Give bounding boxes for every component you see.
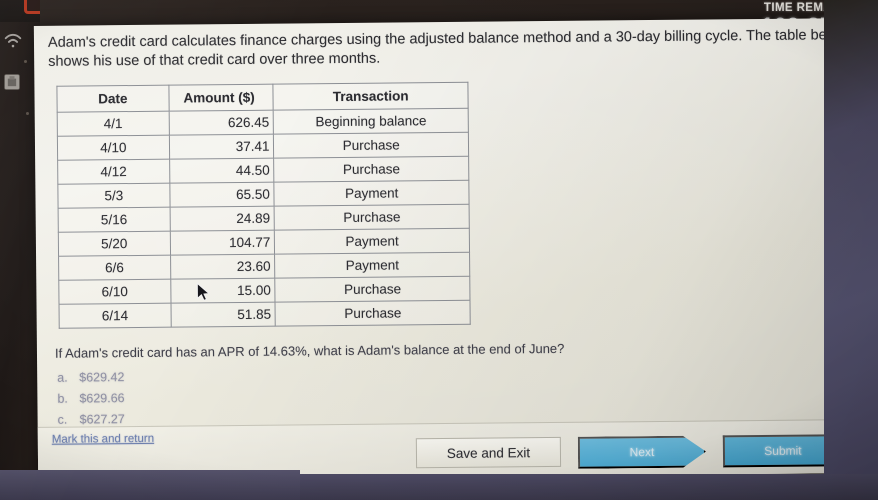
cell-transaction: Payment — [274, 228, 470, 255]
cell-transaction: Purchase — [274, 156, 469, 183]
cell-amount: 51.85 — [170, 302, 276, 328]
right-desk-band — [824, 0, 878, 500]
cell-date: 5/16 — [58, 207, 170, 233]
mark-this-and-return-link[interactable]: Mark this and return — [52, 433, 154, 446]
cell-date: 6/10 — [58, 279, 171, 305]
cell-transaction: Purchase — [273, 132, 469, 159]
cell-transaction: Payment — [274, 180, 470, 207]
bottom-desk-band-left — [0, 470, 300, 500]
cell-transaction: Payment — [274, 252, 470, 279]
cell-date: 4/1 — [57, 111, 170, 137]
wifi-icon — [2, 30, 24, 57]
question-prompt: Adam's credit card calculates finance ch… — [47, 27, 849, 70]
cell-amount: 44.50 — [169, 158, 275, 184]
cell-date: 5/20 — [58, 231, 171, 257]
sub-question-text: If Adam's credit card has an APR of 14.6… — [54, 340, 565, 361]
cell-transaction: Beginning balance — [273, 108, 469, 135]
cell-date: 4/12 — [57, 159, 170, 185]
cell-amount: 37.41 — [169, 134, 275, 160]
transaction-table: Date Amount ($) Transaction 4/1 626.45 Beg… — [56, 81, 471, 329]
column-header-transaction: Transaction — [273, 82, 469, 111]
transaction-table-wrapper: Date Amount ($) Transaction 4/1 626.45 Beg… — [56, 81, 471, 329]
cell-amount: 23.60 — [170, 254, 276, 280]
desktop-dot — [26, 112, 29, 115]
app-icon[interactable] — [2, 72, 22, 97]
save-and-exit-button[interactable]: Save and Exit — [415, 436, 562, 469]
answer-choice-letter: a. — [57, 370, 68, 385]
cell-amount: 65.50 — [169, 182, 275, 208]
column-header-date: Date — [56, 85, 169, 113]
question-page-sheet: Adam's credit card calculates finance ch… — [33, 18, 861, 481]
mouse-cursor-icon — [196, 282, 211, 302]
cell-transaction: Purchase — [274, 204, 470, 231]
cell-transaction: Purchase — [275, 300, 471, 327]
table-row: 6/14 51.85 Purchase — [59, 300, 471, 329]
answer-choice-letter: b. — [57, 391, 68, 406]
next-button[interactable]: Next — [578, 436, 706, 469]
column-header-amount: Amount ($) — [168, 84, 274, 112]
answer-choice-text: $629.42 — [79, 370, 125, 385]
cell-date: 6/6 — [58, 255, 171, 281]
cell-date: 5/3 — [57, 183, 170, 209]
cell-amount: 15.00 — [170, 278, 276, 304]
answer-block: If Adam's credit card has an APR of 14.6… — [55, 337, 846, 431]
cell-amount: 104.77 — [169, 230, 275, 256]
screen-photo: TIME REMAINING 166:37:52 Adam's credit c… — [0, 0, 878, 500]
cell-amount: 626.45 — [168, 110, 274, 136]
cell-amount: 24.89 — [169, 206, 275, 232]
answer-choice-text: $629.66 — [79, 391, 125, 406]
table-header-row: Date Amount ($) Transaction — [56, 82, 469, 113]
desktop-dot — [24, 60, 27, 63]
cell-date: 4/10 — [57, 135, 170, 161]
cell-transaction: Purchase — [275, 276, 470, 303]
cell-date: 6/14 — [59, 303, 171, 329]
